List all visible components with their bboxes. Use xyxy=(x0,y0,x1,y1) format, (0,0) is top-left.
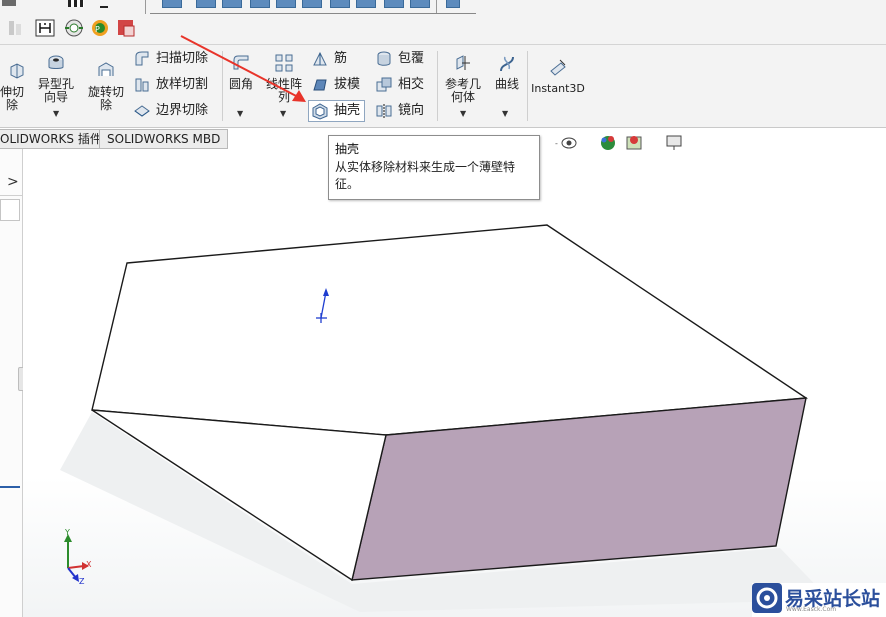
site-watermark: 易采站长站 Www.Easck.Com xyxy=(752,583,886,617)
svg-text:-: - xyxy=(555,139,558,148)
coordinate-triad xyxy=(64,534,89,582)
heads-up-view-toolbar: - xyxy=(555,135,682,150)
hide-show-items-icon[interactable] xyxy=(561,137,577,149)
triad-z-label: Z xyxy=(79,577,85,586)
triad-y-label: Y xyxy=(65,528,70,537)
view-settings-icon[interactable] xyxy=(666,135,682,150)
model-scene: - xyxy=(60,35,830,612)
tooltip-title: 抽壳 xyxy=(335,142,360,156)
triad-x-label: X xyxy=(86,560,92,569)
box-top-face[interactable] xyxy=(91,224,809,436)
watermark-subtext: Www.Easck.Com xyxy=(786,606,837,613)
tooltip-description: 从实体移除材料来生成一个薄壁特征。 xyxy=(335,160,516,191)
apply-scene-icon[interactable] xyxy=(626,136,642,150)
edit-appearance-icon[interactable] xyxy=(601,136,615,150)
annotation-arrow xyxy=(180,35,306,102)
shell-tooltip: 抽壳 从实体移除材料来生成一个薄壁特征。 xyxy=(328,135,540,200)
watermark-logo-icon xyxy=(752,583,782,613)
